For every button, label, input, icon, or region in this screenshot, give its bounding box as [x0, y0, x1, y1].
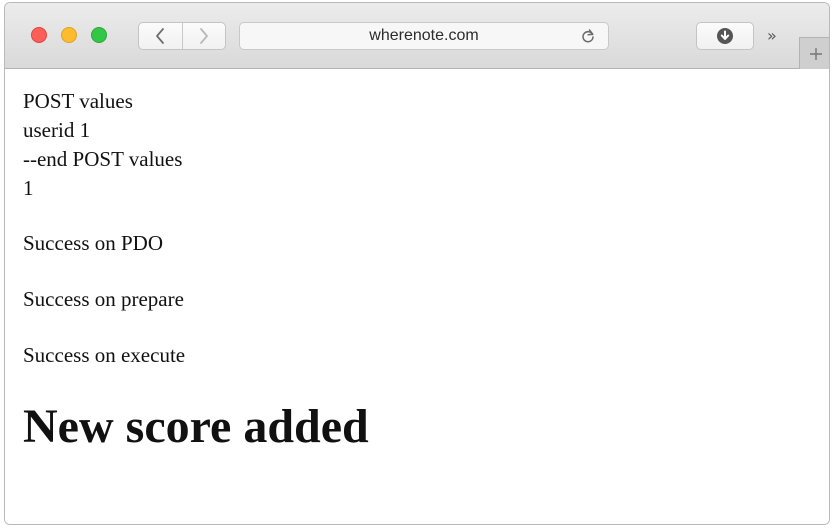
download-icon	[717, 28, 733, 44]
back-button[interactable]	[139, 23, 182, 49]
toolbar-overflow-button[interactable]: »	[767, 27, 777, 45]
text-line: Success on PDO	[23, 231, 163, 255]
reload-icon	[582, 29, 594, 43]
reload-button[interactable]	[580, 28, 596, 49]
text-line: 1	[23, 176, 34, 200]
chevron-right-icon	[199, 28, 208, 44]
minimize-window-button[interactable]	[61, 27, 77, 43]
address-bar[interactable]: wherenote.com	[239, 22, 609, 50]
page-content: POST values userid 1 --end POST values 1…	[5, 69, 829, 524]
downloads-button[interactable]	[696, 22, 754, 50]
url-text: wherenote.com	[369, 27, 479, 44]
text-line: userid 1	[23, 118, 91, 142]
text-line: Success on prepare	[23, 287, 184, 311]
close-window-button[interactable]	[31, 27, 47, 43]
navigation-buttons	[138, 22, 226, 50]
text-line: POST values	[23, 89, 133, 113]
browser-window: wherenote.com » POST values userid 1 --e…	[4, 2, 830, 525]
maximize-window-button[interactable]	[91, 27, 107, 43]
text-line: Success on execute	[23, 343, 186, 367]
page-heading: New score added	[23, 400, 369, 453]
forward-button[interactable]	[181, 23, 226, 49]
plus-icon	[809, 47, 822, 60]
browser-toolbar: wherenote.com »	[5, 3, 829, 69]
text-line: --end POST values	[23, 147, 183, 171]
new-tab-button[interactable]	[799, 37, 829, 69]
chevron-left-icon	[156, 28, 165, 44]
